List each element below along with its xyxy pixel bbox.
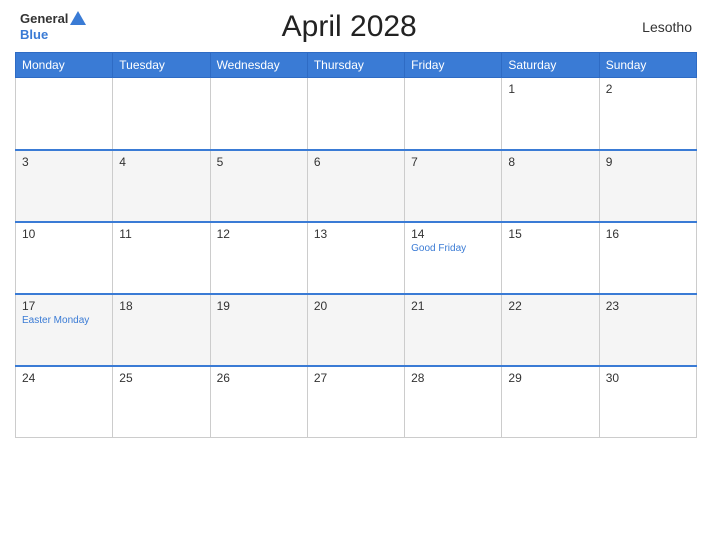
header-monday: Monday	[16, 53, 113, 78]
calendar-cell: 11	[113, 222, 210, 294]
day-number: 30	[606, 371, 690, 385]
calendar-week-row: 17 Easter Monday 18 19 20 21 22 23	[16, 294, 697, 366]
calendar-cell: 25	[113, 366, 210, 438]
calendar-cell: 8	[502, 150, 599, 222]
calendar-cell: 21	[405, 294, 502, 366]
day-number: 11	[119, 227, 203, 241]
calendar-cell	[307, 78, 404, 150]
calendar-cell: 10	[16, 222, 113, 294]
day-number: 25	[119, 371, 203, 385]
calendar-cell: 7	[405, 150, 502, 222]
logo: General Blue	[20, 11, 86, 43]
calendar-cell: 26	[210, 366, 307, 438]
calendar-title: April 2028	[86, 10, 612, 44]
day-number: 3	[22, 155, 106, 169]
calendar-cell: 23	[599, 294, 696, 366]
day-number: 1	[508, 82, 592, 96]
day-number: 16	[606, 227, 690, 241]
day-number: 20	[314, 299, 398, 313]
calendar-week-row: 3456789	[16, 150, 697, 222]
calendar-cell: 29	[502, 366, 599, 438]
header-tuesday: Tuesday	[113, 53, 210, 78]
header-wednesday: Wednesday	[210, 53, 307, 78]
logo-general: General	[20, 11, 68, 27]
day-number: 22	[508, 299, 592, 313]
calendar-cell: 14 Good Friday	[405, 222, 502, 294]
calendar-cell: 13	[307, 222, 404, 294]
calendar-cell: 1	[502, 78, 599, 150]
calendar-cell	[210, 78, 307, 150]
logo-triangle-icon	[70, 11, 86, 25]
calendar-cell: 6	[307, 150, 404, 222]
header-thursday: Thursday	[307, 53, 404, 78]
calendar-cell: 20	[307, 294, 404, 366]
day-number: 4	[119, 155, 203, 169]
calendar-week-row: 24 25 26 27 28 29 30	[16, 366, 697, 438]
country-label: Lesotho	[612, 19, 692, 35]
day-number: 9	[606, 155, 690, 169]
day-number: 23	[606, 299, 690, 313]
calendar-cell: 5	[210, 150, 307, 222]
calendar-table: Monday Tuesday Wednesday Thursday Friday…	[15, 52, 697, 438]
header-sunday: Sunday	[599, 53, 696, 78]
calendar-week-row: 10 11 12 13 14 Good Friday 15 16	[16, 222, 697, 294]
day-number: 27	[314, 371, 398, 385]
calendar-cell: 2	[599, 78, 696, 150]
day-number: 7	[411, 155, 495, 169]
calendar-cell: 3	[16, 150, 113, 222]
header: General Blue April 2028 Lesotho	[15, 10, 697, 44]
day-number: 26	[217, 371, 301, 385]
day-number: 15	[508, 227, 592, 241]
calendar-cell	[16, 78, 113, 150]
calendar-cell: 18	[113, 294, 210, 366]
day-number: 10	[22, 227, 106, 241]
calendar-page: General Blue April 2028 Lesotho Monday T…	[0, 0, 712, 550]
calendar-cell: 28	[405, 366, 502, 438]
day-number: 12	[217, 227, 301, 241]
calendar-cell: 15	[502, 222, 599, 294]
day-number: 19	[217, 299, 301, 313]
day-number: 28	[411, 371, 495, 385]
calendar-cell: 27	[307, 366, 404, 438]
holiday-label: Good Friday	[411, 243, 495, 254]
calendar-cell: 17 Easter Monday	[16, 294, 113, 366]
day-number: 14	[411, 227, 495, 241]
day-number: 17	[22, 299, 106, 313]
calendar-cell	[113, 78, 210, 150]
day-number: 2	[606, 82, 690, 96]
day-number: 18	[119, 299, 203, 313]
day-number: 8	[508, 155, 592, 169]
calendar-cell: 22	[502, 294, 599, 366]
weekday-header-row: Monday Tuesday Wednesday Thursday Friday…	[16, 53, 697, 78]
header-saturday: Saturday	[502, 53, 599, 78]
day-number: 29	[508, 371, 592, 385]
day-number: 6	[314, 155, 398, 169]
calendar-cell: 30	[599, 366, 696, 438]
day-number: 21	[411, 299, 495, 313]
calendar-cell: 19	[210, 294, 307, 366]
calendar-cell: 24	[16, 366, 113, 438]
logo-blue: Blue	[20, 27, 48, 43]
day-number: 13	[314, 227, 398, 241]
calendar-week-row: 12	[16, 78, 697, 150]
day-number: 5	[217, 155, 301, 169]
calendar-cell: 12	[210, 222, 307, 294]
header-friday: Friday	[405, 53, 502, 78]
day-number: 24	[22, 371, 106, 385]
calendar-cell	[405, 78, 502, 150]
holiday-label: Easter Monday	[22, 315, 106, 326]
calendar-cell: 9	[599, 150, 696, 222]
calendar-cell: 4	[113, 150, 210, 222]
calendar-cell: 16	[599, 222, 696, 294]
